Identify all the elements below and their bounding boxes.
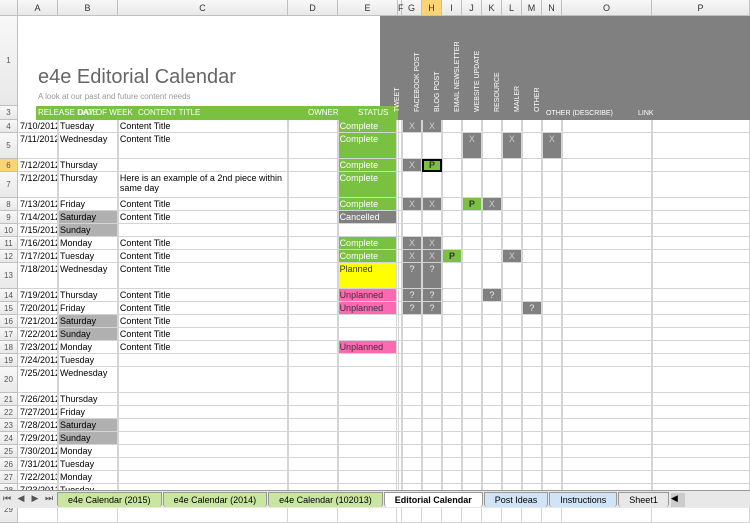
sheet-tab[interactable]: Post Ideas [484, 492, 549, 507]
row-header-19[interactable]: 19 [0, 354, 18, 367]
hdr-other: OTHER [534, 88, 541, 113]
hdr-blog: BLOG POST [434, 72, 441, 112]
column-headers-green: RELEASE DATE DAY OF WEEK CONTENT TITLE O… [36, 106, 398, 120]
row-header-23[interactable]: 23 [0, 419, 18, 432]
row-header-10[interactable]: 10 [0, 224, 18, 237]
hdr-website: WEBSITE UPDATE [474, 51, 481, 112]
hdr-email: EMAIL NEWSLETTER [454, 41, 461, 112]
column-headers: ABCDEFGHIJKLMNOP [0, 0, 750, 16]
col-header-M[interactable]: M [522, 0, 542, 15]
row-header-5[interactable]: 5 [0, 133, 18, 159]
sheet-tab[interactable]: Editorial Calendar [384, 492, 483, 507]
row-header-6[interactable]: 6 [0, 159, 18, 172]
select-all-corner[interactable] [0, 0, 18, 15]
row-header-27[interactable]: 27 [0, 471, 18, 484]
sheet-tabs: ⏮ ◀ ▶ ⏭ e4e Calendar (2015)e4e Calendar … [0, 490, 750, 508]
tab-nav-prev[interactable]: ◀ [14, 493, 28, 507]
col-header-N[interactable]: N [542, 0, 562, 15]
sheet-tab[interactable]: Sheet1 [618, 492, 669, 507]
row-header-17[interactable]: 17 [0, 328, 18, 341]
col-header-G[interactable]: G [402, 0, 422, 15]
row-header-22[interactable]: 22 [0, 406, 18, 419]
sheet-subtitle: A look at our past and future content ne… [38, 92, 191, 101]
row-header-14[interactable]: 14 [0, 289, 18, 302]
hdr-dow: DAY OF WEEK [78, 108, 133, 117]
col-header-I[interactable]: I [442, 0, 462, 15]
sheet-title: e4e Editorial Calendar [38, 66, 236, 89]
col-header-D[interactable]: D [288, 0, 338, 15]
row-header-9[interactable]: 9 [0, 211, 18, 224]
row-header-20[interactable]: 20 [0, 367, 18, 393]
row-header-16[interactable]: 16 [0, 315, 18, 328]
sheet-tab[interactable]: e4e Calendar (2014) [163, 492, 268, 507]
hdr-link: LINK [638, 110, 654, 117]
hdr-owner: OWNER [308, 108, 339, 117]
col-header-K[interactable]: K [482, 0, 502, 15]
row-header-24[interactable]: 24 [0, 432, 18, 445]
sheet-tab[interactable]: e4e Calendar (102013) [268, 492, 383, 507]
row-header-7[interactable]: 7 [0, 172, 18, 198]
col-header-H[interactable]: H [422, 0, 442, 15]
hdr-content-title: CONTENT TITLE [138, 108, 200, 117]
row-header-13[interactable]: 13 [0, 263, 18, 289]
title-banner: e4e Editorial Calendar A look at our pas… [18, 16, 750, 120]
row-header-3[interactable]: 3 [0, 106, 18, 120]
row-header-4[interactable]: 4 [0, 120, 18, 133]
tab-nav-first[interactable]: ⏮ [0, 493, 14, 507]
row-header-8[interactable]: 8 [0, 198, 18, 211]
row-header-18[interactable]: 18 [0, 341, 18, 354]
hdr-mailer: MAILER [514, 86, 521, 112]
col-header-A[interactable]: A [18, 0, 58, 15]
col-header-J[interactable]: J [462, 0, 482, 15]
col-header-B[interactable]: B [58, 0, 118, 15]
col-header-E[interactable]: E [338, 0, 398, 15]
tab-scroll-indicator[interactable]: ◀ [671, 493, 685, 507]
hdr-status: STATUS [358, 108, 388, 117]
row-header-15[interactable]: 15 [0, 302, 18, 315]
tab-nav-next[interactable]: ▶ [28, 493, 42, 507]
col-header-O[interactable]: O [562, 0, 652, 15]
col-header-P[interactable]: P [652, 0, 750, 15]
spreadsheet-grid[interactable]: e4e Editorial Calendar A look at our pas… [0, 16, 750, 490]
row-header-21[interactable]: 21 [0, 393, 18, 406]
col-header-C[interactable]: C [118, 0, 288, 15]
gridlines [18, 120, 750, 490]
tab-nav-last[interactable]: ⏭ [42, 493, 56, 507]
col-header-L[interactable]: L [502, 0, 522, 15]
sheet-tab[interactable]: e4e Calendar (2015) [57, 492, 162, 507]
row-header-25[interactable]: 25 [0, 445, 18, 458]
row-header-11[interactable]: 11 [0, 237, 18, 250]
sheet-tab[interactable]: Instructions [549, 492, 617, 507]
hdr-other-desc: OTHER (DESCRIBE) [546, 110, 613, 117]
hdr-resource: RESOURCE [494, 72, 501, 112]
row-header-12[interactable]: 12 [0, 250, 18, 263]
hdr-facebook: FACEBOOK POST [414, 52, 421, 112]
hdr-tweet: TWEET [394, 88, 401, 113]
row-header-26[interactable]: 26 [0, 458, 18, 471]
row-header-1[interactable]: 1 [0, 16, 18, 106]
